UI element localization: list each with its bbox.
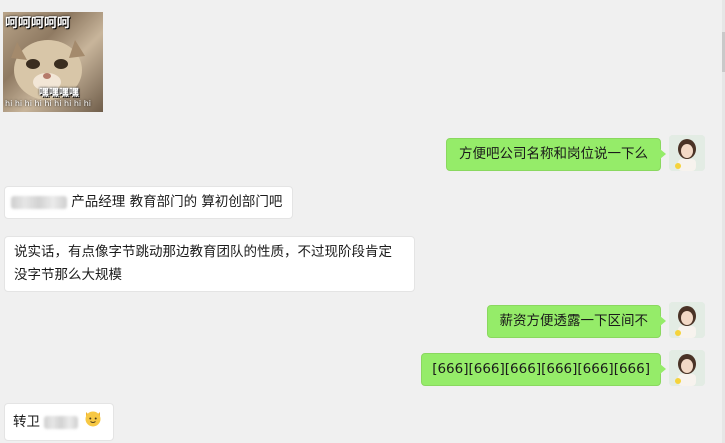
user-avatar[interactable] bbox=[669, 135, 705, 171]
message-text-line-1: 说实话，有点像字节跳动那边教育团队的性质，不过现阶段肯定 bbox=[14, 244, 392, 260]
incoming-message-bubble[interactable]: 产品经理 教育部门的 算初创部门吧 bbox=[4, 186, 294, 219]
incoming-message-bubble[interactable]: 说实话，有点像字节跳动那边教育团队的性质，不过现阶段肯定 没字节那么大规模 bbox=[4, 236, 415, 292]
outgoing-message-bubble[interactable]: [666][666][666][666][666][666] bbox=[421, 353, 666, 386]
avatar-girl-icon bbox=[669, 302, 705, 338]
user-avatar[interactable] bbox=[669, 302, 705, 338]
redacted-text bbox=[11, 195, 67, 209]
message-text: [666][666][666][666][666][666] bbox=[432, 361, 650, 377]
sticker-caption-bottom: hi hi hi hi hi hi hi hi hi bbox=[5, 99, 91, 108]
cat-face-emoji-icon bbox=[83, 408, 103, 436]
message-text: 产品经理 教育部门的 算初创部门吧 bbox=[71, 194, 283, 210]
message-text-line-2: 没字节那么大规模 bbox=[14, 267, 122, 283]
user-avatar[interactable] bbox=[669, 350, 705, 386]
outgoing-message-bubble[interactable]: 方便吧公司名称和岗位说一下么 bbox=[446, 138, 666, 171]
sticker-caption-mid: 嘿嘿嘿嘿 bbox=[39, 88, 79, 99]
sticker-caption-top: 呵呵呵呵呵 bbox=[5, 16, 71, 31]
outgoing-message-bubble[interactable]: 薪资方便透露一下区间不 bbox=[486, 305, 666, 338]
message-text: 薪资方便透露一下区间不 bbox=[499, 313, 649, 329]
avatar-girl-icon bbox=[669, 350, 705, 386]
redacted-text bbox=[44, 415, 79, 429]
cat-sticker-image: 呵呵呵呵呵 嘿嘿嘿嘿 hi hi hi hi hi hi hi hi hi bbox=[3, 12, 103, 112]
incoming-message-bubble[interactable]: 转卫 bbox=[4, 403, 114, 441]
message-text: 转卫 bbox=[13, 414, 40, 430]
avatar-girl-icon bbox=[669, 135, 705, 171]
message-text: 方便吧公司名称和岗位说一下么 bbox=[459, 146, 648, 162]
